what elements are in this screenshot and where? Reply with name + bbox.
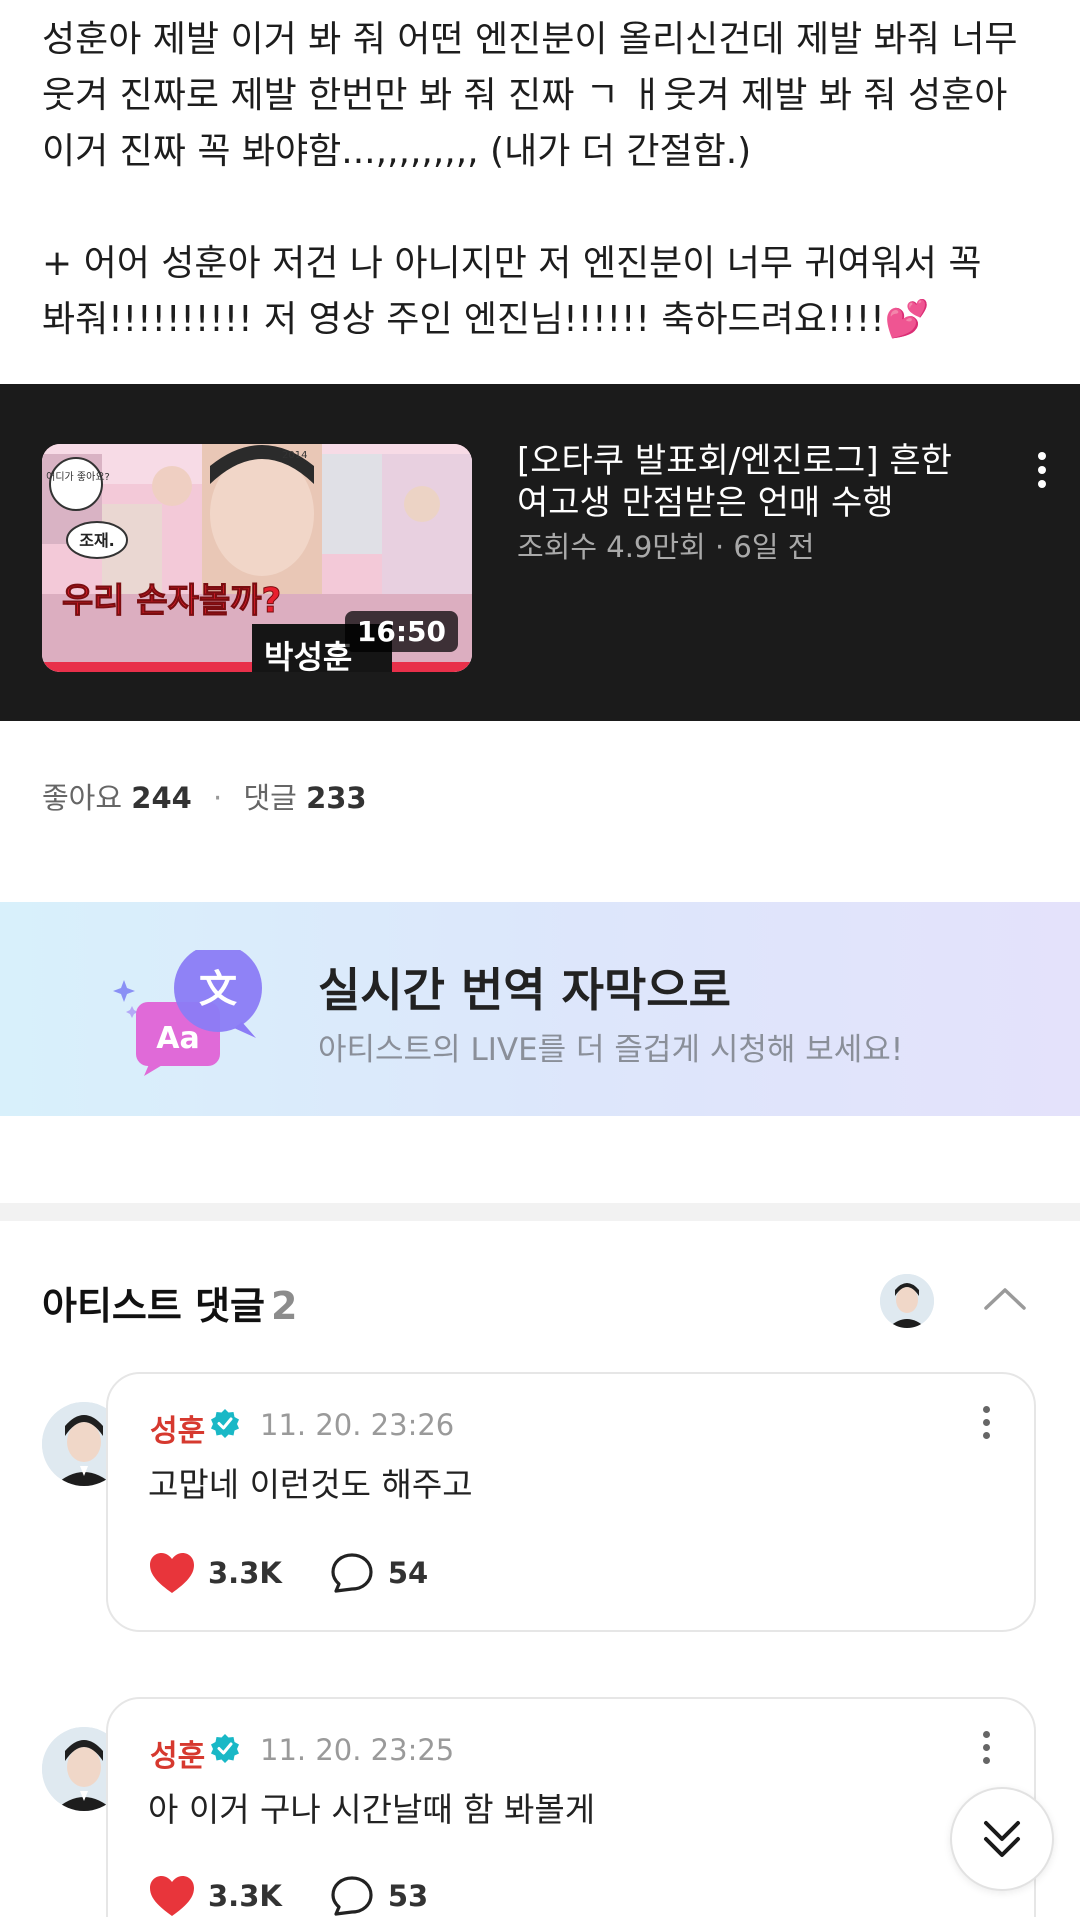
comment-card: 성훈 11. 20. 23:26 고맙네 이런것도 해주고 3.3K 54 bbox=[106, 1372, 1036, 1632]
post-paragraph-2: + 어어 성훈아 저건 나 아니지만 저 엔진분이 너무 귀여워서 꼭 봐줘!!… bbox=[42, 236, 1042, 348]
thumb-year-text: 2014 bbox=[282, 450, 307, 461]
artist-comments-count: 2 bbox=[271, 1284, 298, 1328]
reply-count: 53 bbox=[387, 1879, 429, 1913]
video-thumbnail[interactable]: 어디가 좋아요? 조재. 2014 우리 손자볼까? 박성훈 16:50 bbox=[42, 444, 472, 672]
scroll-down-button[interactable] bbox=[950, 1787, 1054, 1891]
video-title[interactable]: [오타쿠 발표회/엔진로그] 흔한 여고생 만점받은 언매 수행 bbox=[517, 440, 987, 524]
artist-avatar[interactable] bbox=[880, 1274, 934, 1328]
heart-icon[interactable] bbox=[148, 1874, 196, 1917]
heart-emoji: 💕 bbox=[884, 299, 930, 340]
double-chevron-down-icon bbox=[984, 1821, 1020, 1857]
stats-separator: · bbox=[213, 781, 223, 815]
banner-title: 실시간 번역 자막으로 bbox=[318, 963, 731, 1017]
translate-icon: Aa 文 bbox=[110, 944, 270, 1080]
comment-card: 성훈 11. 20. 23:25 아 이거 구나 시간날때 함 봐볼게 3.3K… bbox=[106, 1697, 1036, 1917]
translate-icon-glyph: 文 bbox=[199, 967, 237, 1011]
banner-subtitle: 아티스트의 LIVE를 더 즐겁게 시청해 보세요! bbox=[318, 1032, 904, 1068]
artist-comment: 성훈 11. 20. 23:25 아 이거 구나 시간날때 함 봐볼게 3.3K… bbox=[0, 1697, 1080, 1917]
post-paragraph-1: 성훈아 제발 이거 봐 줘 어떤 엔진분이 올리신건데 제발 봐줘 너무 웃겨 … bbox=[42, 19, 1018, 172]
comment-author[interactable]: 성훈 bbox=[150, 1406, 205, 1450]
comment-actions: 3.3K 53 bbox=[148, 1871, 474, 1917]
more-vertical-icon[interactable] bbox=[978, 1731, 994, 1771]
post-stats: 좋아요 244 · 댓글 233 bbox=[42, 775, 367, 817]
chevron-up-icon[interactable] bbox=[980, 1278, 1030, 1318]
heart-icon[interactable] bbox=[148, 1551, 196, 1595]
likes-count: 244 bbox=[131, 781, 192, 815]
section-divider bbox=[0, 1203, 1080, 1221]
more-vertical-icon[interactable] bbox=[978, 1406, 994, 1446]
artist-comments-title: 아티스트 댓글 bbox=[42, 1284, 265, 1328]
comment-time: 11. 20. 23:26 bbox=[260, 1408, 455, 1442]
video-card[interactable]: 어디가 좋아요? 조재. 2014 우리 손자볼까? 박성훈 16:50 [오타… bbox=[0, 384, 1080, 721]
more-vertical-icon[interactable] bbox=[1032, 452, 1052, 496]
like-count: 3.3K bbox=[208, 1879, 282, 1913]
comment-author[interactable]: 성훈 bbox=[150, 1731, 205, 1775]
post-body: 성훈아 제발 이거 봐 줘 어떤 엔진분이 올리신건데 제발 봐줘 너무 웃겨 … bbox=[42, 12, 1042, 348]
verified-icon bbox=[210, 1408, 240, 1438]
translate-icon-letters: Aa bbox=[156, 1021, 199, 1056]
like-count: 3.3K bbox=[208, 1556, 282, 1590]
verified-icon bbox=[210, 1733, 240, 1763]
likes-label: 좋아요 bbox=[42, 781, 123, 815]
artist-comment: 성훈 11. 20. 23:26 고맙네 이런것도 해주고 3.3K 54 bbox=[0, 1372, 1080, 1632]
comment-time: 11. 20. 23:25 bbox=[260, 1733, 455, 1767]
video-duration: 16:50 bbox=[344, 611, 458, 652]
video-meta: 조회수 4.9만회 · 6일 전 bbox=[517, 530, 815, 564]
thumb-caption-text: 우리 손자볼까? bbox=[62, 581, 281, 621]
thumb-label-text: 조재. bbox=[79, 531, 115, 550]
comments-count: 233 bbox=[306, 781, 367, 815]
comment-actions: 3.3K 54 bbox=[148, 1548, 474, 1598]
comments-label: 댓글 bbox=[243, 781, 297, 815]
comment-text: 고맙네 이런것도 해주고 bbox=[148, 1465, 473, 1504]
translation-banner[interactable]: Aa 文 실시간 번역 자막으로 아티스트의 LIVE를 더 즐겁게 시청해 보… bbox=[0, 902, 1080, 1116]
comment-bubble-icon[interactable] bbox=[328, 1874, 376, 1917]
comment-bubble-icon[interactable] bbox=[328, 1551, 376, 1595]
comment-text: 아 이거 구나 시간날때 함 봐볼게 bbox=[148, 1790, 596, 1829]
post-paragraph-2-text: + 어어 성훈아 저건 나 아니지만 저 엔진분이 너무 귀여워서 꼭 봐줘!!… bbox=[42, 243, 982, 340]
reply-count: 54 bbox=[387, 1556, 429, 1590]
thumb-bottom-text: 박성훈 bbox=[264, 638, 352, 672]
artist-comments-heading: 아티스트 댓글 2 bbox=[42, 1275, 297, 1330]
thumb-bubble-text: 어디가 좋아요? bbox=[46, 471, 110, 483]
